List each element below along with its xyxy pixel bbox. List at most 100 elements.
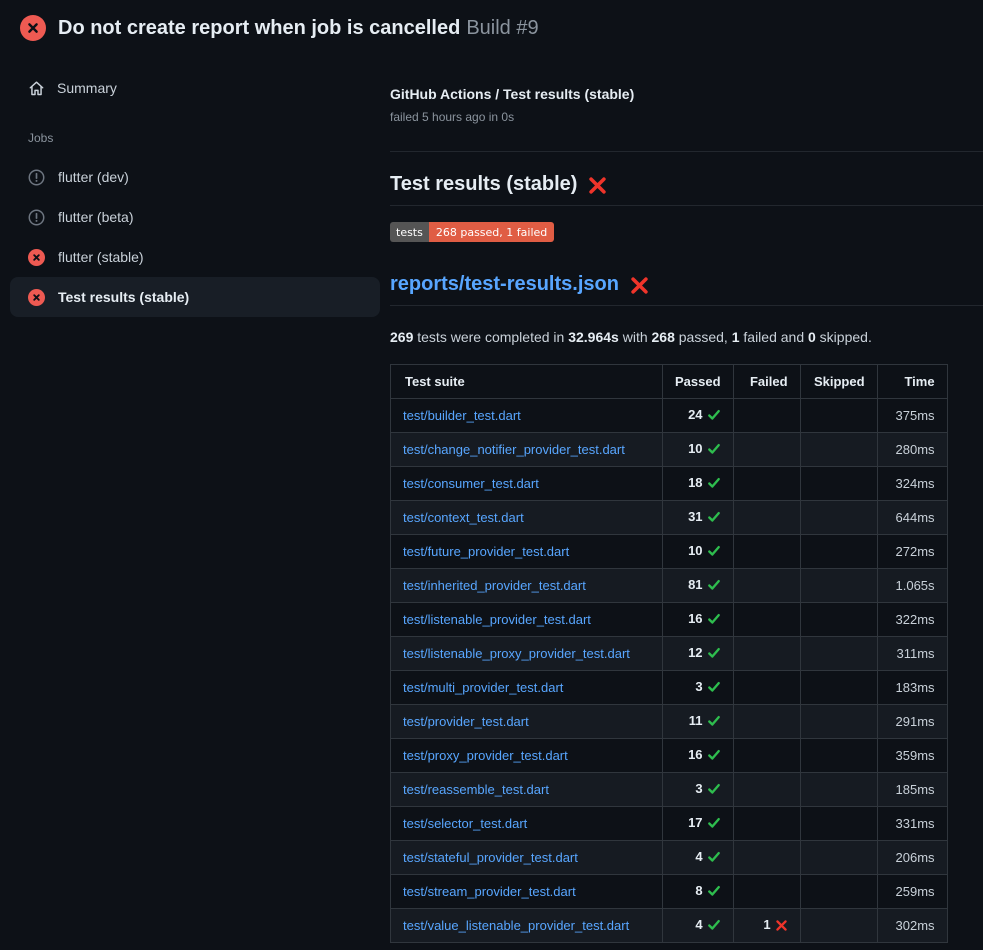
cell-passed: 16: [663, 739, 734, 773]
test-suite-link[interactable]: test/multi_provider_test.dart: [403, 680, 563, 695]
cell-passed: 8: [663, 875, 734, 909]
cell-failed: [733, 637, 800, 671]
neutral-status-icon: [28, 209, 45, 226]
check-mark-icon: [707, 680, 721, 697]
test-suite-link[interactable]: test/context_test.dart: [403, 510, 524, 525]
cell-passed: 24: [663, 399, 734, 433]
cell-time: 1.065s: [877, 569, 947, 603]
cell-passed: 81: [663, 569, 734, 603]
table-row: test/stateful_provider_test.dart4 206ms: [391, 841, 948, 875]
passed-count: 12: [688, 645, 702, 660]
sidebar-job-item-3[interactable]: Test results (stable): [10, 277, 380, 317]
test-suite-link[interactable]: test/listenable_provider_test.dart: [403, 612, 591, 627]
cell-failed: [733, 501, 800, 535]
section-title-test-results: Test results (stable): [390, 173, 983, 206]
cell-skipped: [800, 603, 877, 637]
table-row: test/context_test.dart31 644ms: [391, 501, 948, 535]
cell-failed: [733, 399, 800, 433]
cell-test-suite: test/context_test.dart: [391, 501, 663, 535]
run-status-line: failed 5 hours ago in 0s: [390, 110, 983, 124]
sidebar-job-item-0[interactable]: flutter (dev): [10, 157, 380, 197]
cell-passed: 17: [663, 807, 734, 841]
summary-segment: with: [619, 329, 652, 345]
table-header-row: Test suitePassedFailedSkippedTime: [391, 365, 948, 399]
page-title: Do not create report when job is cancell…: [58, 17, 539, 40]
column-header-test-suite: Test suite: [391, 365, 663, 399]
sidebar: Summary Jobs flutter (dev) flutter (beta…: [0, 55, 390, 317]
cell-failed: [733, 535, 800, 569]
table-row: test/selector_test.dart17 331ms: [391, 807, 948, 841]
check-mark-icon: [707, 816, 721, 833]
check-mark-icon: [707, 646, 721, 663]
passed-count: 17: [688, 815, 702, 830]
table-row: test/value_listenable_provider_test.dart…: [391, 909, 948, 943]
test-suite-link[interactable]: test/selector_test.dart: [403, 816, 527, 831]
test-suite-link[interactable]: test/change_notifier_provider_test.dart: [403, 442, 625, 457]
cell-failed: [733, 467, 800, 501]
test-suite-link[interactable]: test/builder_test.dart: [403, 408, 521, 423]
check-mark-icon: [707, 408, 721, 425]
cell-skipped: [800, 705, 877, 739]
cell-test-suite: test/multi_provider_test.dart: [391, 671, 663, 705]
cell-skipped: [800, 841, 877, 875]
test-suite-link[interactable]: test/value_listenable_provider_test.dart: [403, 918, 629, 933]
table-row: test/stream_provider_test.dart8 259ms: [391, 875, 948, 909]
cross-mark-icon: [630, 276, 649, 295]
failed-status-icon: [20, 15, 46, 41]
cell-failed: [733, 875, 800, 909]
cell-failed: [733, 841, 800, 875]
test-suite-link[interactable]: test/proxy_provider_test.dart: [403, 748, 568, 763]
report-file-link[interactable]: reports/test-results.json: [390, 273, 619, 296]
cell-skipped: [800, 399, 877, 433]
cell-passed: 16: [663, 603, 734, 637]
summary-segment: 0: [808, 329, 816, 345]
badge-label: tests: [390, 222, 429, 242]
test-suite-link[interactable]: test/listenable_proxy_provider_test.dart: [403, 646, 630, 661]
test-suite-link[interactable]: test/inherited_provider_test.dart: [403, 578, 586, 593]
cell-time: 322ms: [877, 603, 947, 637]
check-run-header: Do not create report when job is cancell…: [0, 0, 983, 55]
cell-test-suite: test/consumer_test.dart: [391, 467, 663, 501]
check-mark-icon: [707, 782, 721, 799]
main-content: GitHub Actions / Test results (stable) f…: [390, 55, 983, 943]
cell-test-suite: test/stream_provider_test.dart: [391, 875, 663, 909]
cell-test-suite: test/builder_test.dart: [391, 399, 663, 433]
test-suite-link[interactable]: test/reassemble_test.dart: [403, 782, 549, 797]
cell-test-suite: test/selector_test.dart: [391, 807, 663, 841]
cell-skipped: [800, 807, 877, 841]
passed-count: 3: [695, 679, 702, 694]
table-row: test/provider_test.dart11 291ms: [391, 705, 948, 739]
test-suite-link[interactable]: test/provider_test.dart: [403, 714, 529, 729]
badge-value: 268 passed, 1 failed: [429, 222, 554, 242]
test-suite-link[interactable]: test/stream_provider_test.dart: [403, 884, 576, 899]
table-row: test/proxy_provider_test.dart16 359ms: [391, 739, 948, 773]
cell-skipped: [800, 535, 877, 569]
cell-failed: [733, 603, 800, 637]
check-mark-icon: [707, 884, 721, 901]
test-suite-link[interactable]: test/future_provider_test.dart: [403, 544, 569, 559]
cell-failed: [733, 739, 800, 773]
sidebar-job-item-1[interactable]: flutter (beta): [10, 197, 380, 237]
cell-time: 375ms: [877, 399, 947, 433]
cell-time: 185ms: [877, 773, 947, 807]
cell-skipped: [800, 875, 877, 909]
table-row: test/reassemble_test.dart3 185ms: [391, 773, 948, 807]
test-suite-link[interactable]: test/consumer_test.dart: [403, 476, 539, 491]
cell-test-suite: test/provider_test.dart: [391, 705, 663, 739]
cell-failed: [733, 705, 800, 739]
cell-passed: 18: [663, 467, 734, 501]
cell-skipped: [800, 467, 877, 501]
table-row: test/listenable_provider_test.dart 16 322…: [391, 603, 948, 637]
passed-count: 10: [688, 441, 702, 456]
jobs-list: flutter (dev) flutter (beta) flutter (st…: [0, 157, 390, 317]
cell-skipped: [800, 637, 877, 671]
sidebar-item-summary[interactable]: Summary: [0, 71, 390, 105]
summary-segment: tests were completed in: [413, 329, 568, 345]
cell-skipped: [800, 739, 877, 773]
test-suite-link[interactable]: test/stateful_provider_test.dart: [403, 850, 578, 865]
job-label: flutter (beta): [58, 209, 133, 225]
cell-failed: [733, 433, 800, 467]
sidebar-job-item-2[interactable]: flutter (stable): [10, 237, 380, 277]
build-number: Build #9: [466, 17, 538, 39]
cross-mark-icon: [588, 176, 607, 195]
